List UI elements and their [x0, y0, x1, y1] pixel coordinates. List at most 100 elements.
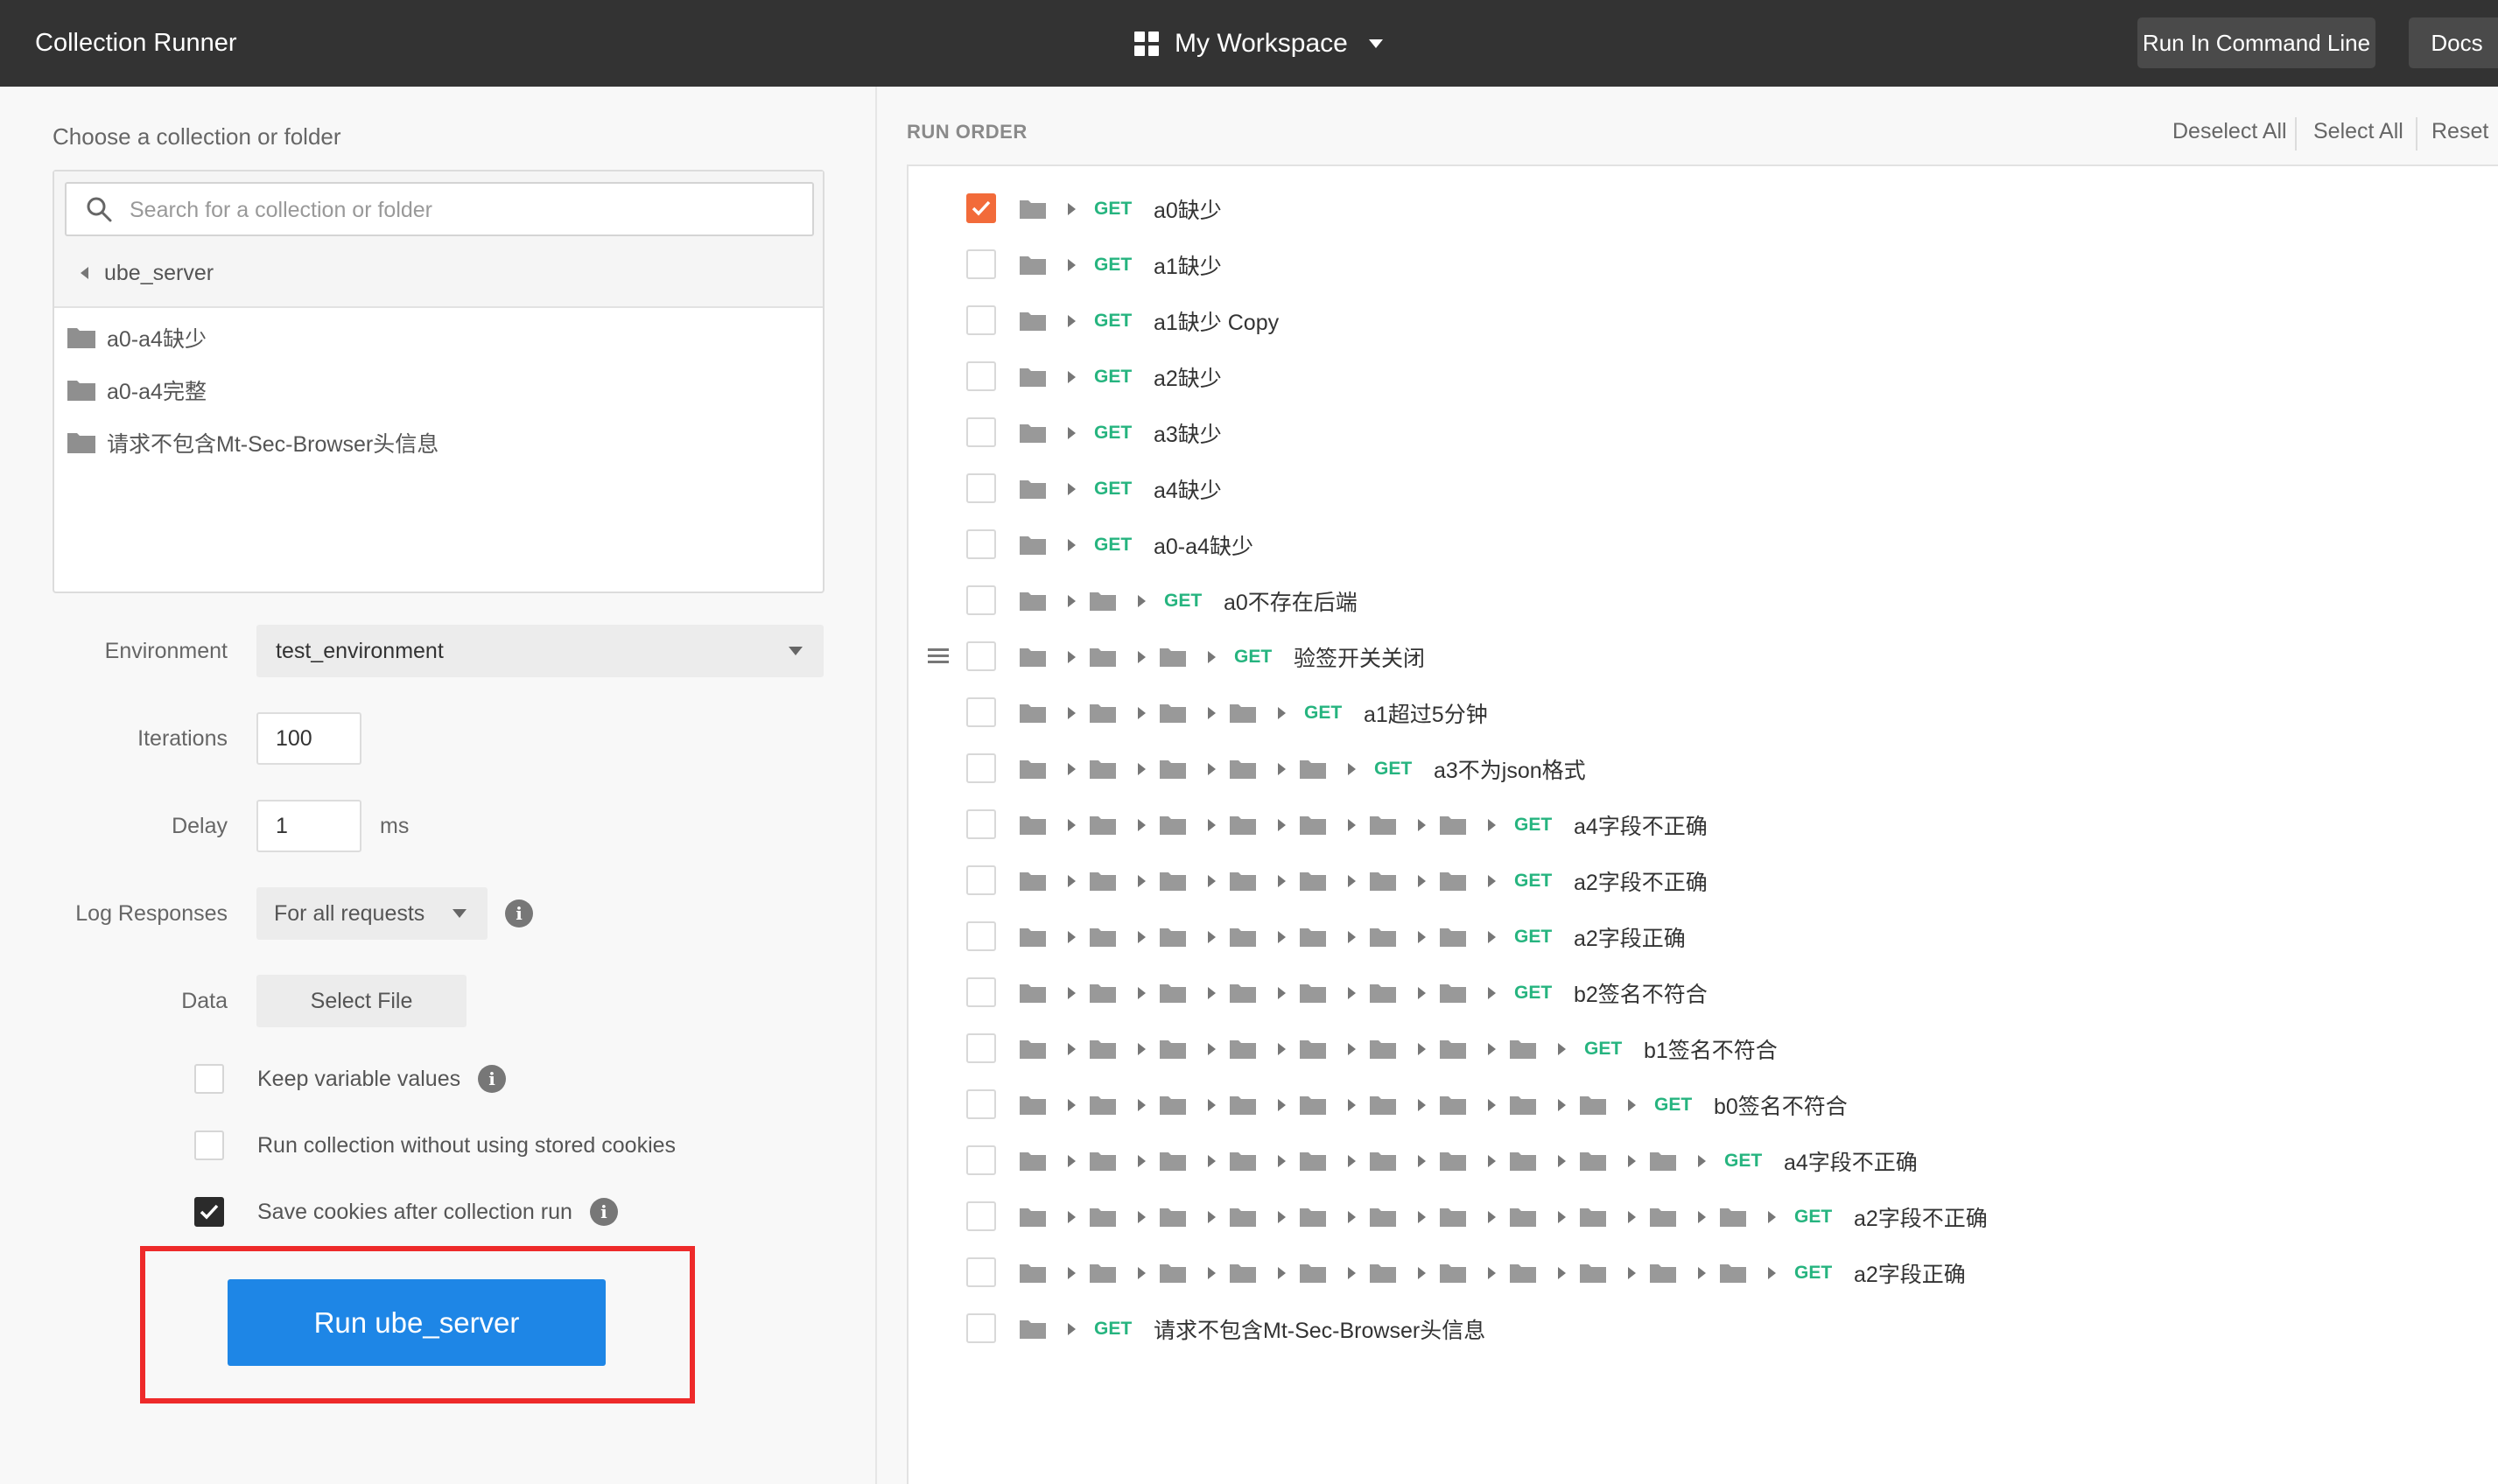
run-order-row[interactable]: GET 验签开关关闭 [909, 629, 2484, 685]
log-responses-select[interactable]: For all requests [256, 887, 488, 940]
log-responses-row: Log Responses For all requests i [0, 887, 875, 940]
run-order-row[interactable]: GET a2字段不正确 [909, 853, 2484, 909]
app-title: Collection Runner [35, 29, 237, 57]
folder-path: GET a1缺少 [1019, 237, 1222, 293]
folder-icon [1580, 1096, 1606, 1115]
run-order-row[interactable]: GET a2字段正确 [909, 909, 2484, 965]
folder-item[interactable]: a0-a4完整 [54, 364, 823, 416]
workspace-switcher[interactable]: My Workspace [1134, 0, 1383, 87]
request-checkbox[interactable] [966, 697, 996, 727]
info-icon[interactable]: i [589, 1198, 618, 1226]
info-icon[interactable]: i [478, 1065, 507, 1093]
request-name: b2签名不符合 [1574, 983, 1708, 1007]
request-checkbox[interactable] [966, 361, 996, 391]
folder-segment [1089, 1039, 1159, 1060]
run-order-row[interactable]: GET a2缺少 [909, 349, 2484, 405]
request-checkbox[interactable] [966, 585, 996, 615]
run-order-row[interactable]: GET a3缺少 [909, 405, 2484, 461]
request-checkbox[interactable] [966, 529, 996, 559]
folder-icon [1020, 536, 1046, 555]
keep-variable-values-checkbox[interactable] [194, 1064, 224, 1094]
run-order-row[interactable]: GET a4缺少 [909, 461, 2484, 517]
request-checkbox[interactable] [966, 417, 996, 447]
folder-segment [1159, 1207, 1229, 1228]
breadcrumb[interactable]: ube_server [81, 256, 214, 290]
request-checkbox[interactable] [966, 249, 996, 279]
run-order-row[interactable]: GET 请求不包含Mt-Sec-Browser头信息 [909, 1301, 2484, 1357]
folder-path: GET a1缺少 Copy [1019, 293, 1279, 349]
folder-item[interactable]: 请求不包含Mt-Sec-Browser头信息 [54, 416, 823, 469]
select-all-button[interactable]: Select All [2313, 119, 2403, 149]
request-name: a0不存在后端 [1224, 591, 1358, 615]
caret-right-icon [1208, 987, 1216, 999]
run-order-row[interactable]: GET a0缺少 [909, 181, 2484, 237]
request-checkbox[interactable] [966, 193, 996, 223]
environment-select[interactable]: test_environment [256, 625, 824, 677]
run-order-row[interactable]: GET b2签名不符合 [909, 965, 2484, 1021]
run-order-row[interactable]: GET a4字段不正确 [909, 797, 2484, 853]
run-order-row[interactable]: GET a4字段不正确 [909, 1133, 2484, 1189]
docs-button[interactable]: Docs [2409, 18, 2498, 68]
run-order-row[interactable]: GET a2字段正确 [909, 1245, 2484, 1301]
run-order-row[interactable]: GET a0-a4缺少 [909, 517, 2484, 573]
folder-item[interactable]: a0-a4缺少 [54, 312, 823, 364]
folder-path: GET a1超过5分钟 [1019, 685, 1488, 741]
run-in-command-line-button[interactable]: Run In Command Line [2137, 18, 2375, 68]
request-checkbox[interactable] [966, 305, 996, 335]
select-file-button[interactable]: Select File [256, 975, 467, 1027]
folder-segment [1019, 815, 1089, 836]
request-checkbox[interactable] [966, 1089, 996, 1119]
collection-picker: ube_server a0-a4缺少 a0-a4完整 请求不包含Mt-Sec-B… [53, 170, 824, 593]
caret-right-icon [1068, 539, 1076, 551]
folder-icon [1160, 1040, 1186, 1059]
search-input[interactable] [128, 184, 796, 236]
request-checkbox[interactable] [966, 1033, 996, 1063]
request-checkbox[interactable] [966, 753, 996, 783]
run-order-row[interactable]: GET a0不存在后端 [909, 573, 2484, 629]
request-checkbox[interactable] [966, 865, 996, 895]
reset-button[interactable]: Reset [2431, 119, 2488, 149]
folder-icon [1300, 1208, 1326, 1227]
run-order-row[interactable]: GET a1缺少 Copy [909, 293, 2484, 349]
caret-right-icon [1558, 1267, 1566, 1279]
request-checkbox[interactable] [966, 1313, 996, 1343]
search-icon [87, 197, 112, 222]
folder-icon [1370, 1152, 1396, 1171]
run-order-row[interactable]: GET b1签名不符合 [909, 1021, 2484, 1077]
divider [2416, 117, 2417, 150]
caret-right-icon [1628, 1099, 1636, 1111]
folder-segment [1509, 1207, 1579, 1228]
folder-segment [1649, 1207, 1719, 1228]
run-order-row[interactable]: GET a2字段不正确 [909, 1189, 2484, 1245]
iterations-input[interactable]: 100 [256, 712, 361, 765]
request-checkbox[interactable] [966, 921, 996, 951]
run-order-row[interactable]: GET a1缺少 [909, 237, 2484, 293]
run-order-row[interactable]: GET a1超过5分钟 [909, 685, 2484, 741]
request-checkbox[interactable] [966, 1257, 996, 1287]
request-checkbox[interactable] [966, 1201, 996, 1231]
deselect-all-button[interactable]: Deselect All [2172, 119, 2287, 149]
run-order-row[interactable]: GET b0签名不符合 [909, 1077, 2484, 1133]
folder-segment [1019, 591, 1089, 612]
request-checkbox[interactable] [966, 809, 996, 839]
folder-icon [1440, 1152, 1466, 1171]
folder-segment [1369, 1039, 1439, 1060]
request-checkbox[interactable] [966, 977, 996, 1007]
run-order-row[interactable]: GET a3不为json格式 [909, 741, 2484, 797]
request-checkbox[interactable] [966, 641, 996, 671]
delay-input[interactable]: 1 [256, 800, 361, 852]
save-cookies-checkbox[interactable] [194, 1197, 224, 1227]
iterations-row: Iterations 100 [0, 712, 875, 765]
run-collection-button[interactable]: Run ube_server [228, 1279, 606, 1366]
request-checkbox[interactable] [966, 1145, 996, 1175]
environment-value: test_environment [276, 639, 444, 663]
info-icon[interactable]: i [505, 900, 533, 928]
no-stored-cookies-checkbox[interactable] [194, 1130, 224, 1160]
drag-handle-icon[interactable] [928, 648, 949, 664]
log-responses-value: For all requests [274, 901, 425, 926]
folder-segment [1159, 1263, 1229, 1284]
folder-icon [1300, 872, 1326, 891]
request-checkbox[interactable] [966, 473, 996, 503]
caret-right-icon [1068, 1099, 1076, 1111]
folder-segment [1579, 1095, 1649, 1116]
